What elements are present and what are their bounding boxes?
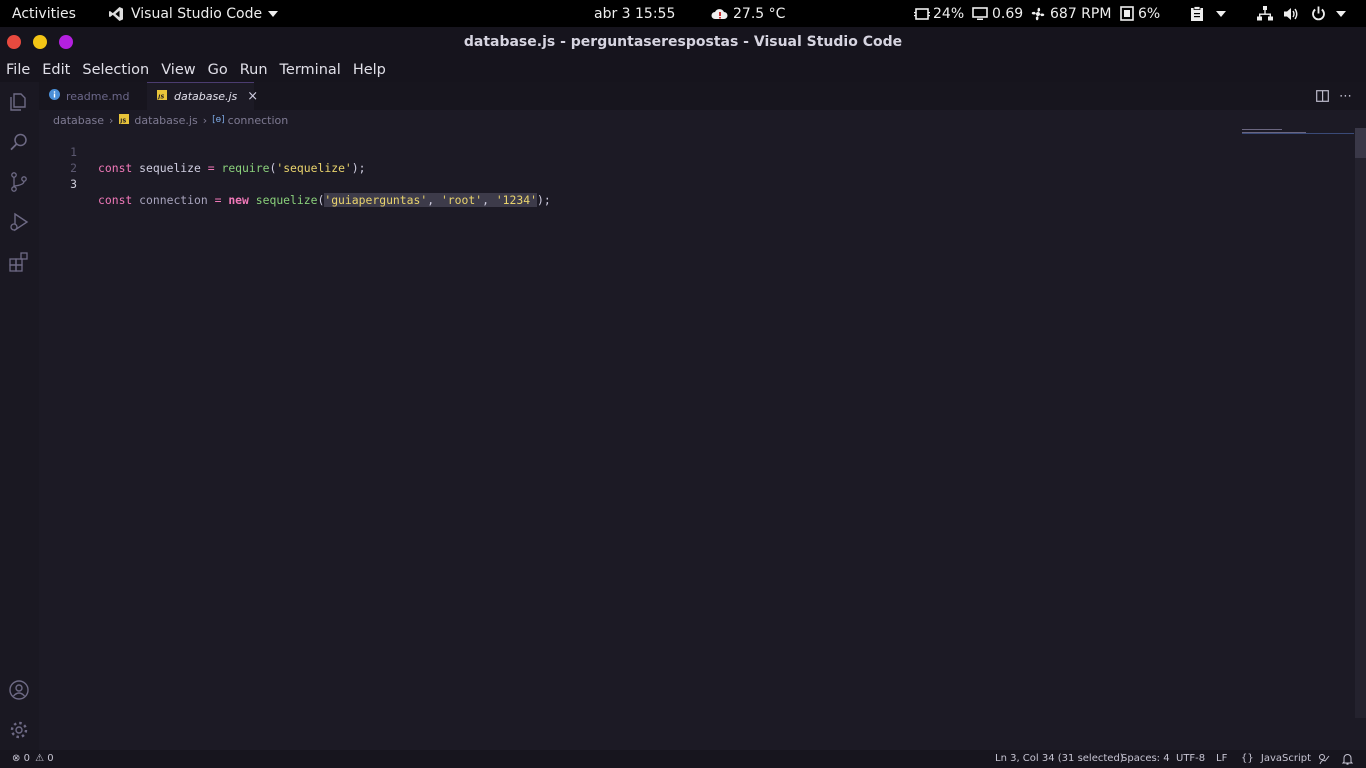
- warning-count: 0: [47, 753, 54, 764]
- vscode-icon: [108, 6, 124, 22]
- search-icon[interactable]: [8, 131, 30, 153]
- activities-button[interactable]: Activities: [12, 0, 76, 27]
- more-actions-icon[interactable]: ⋯: [1339, 82, 1359, 110]
- cloud-alert-icon: [711, 7, 728, 21]
- tab-label: database.js: [174, 90, 238, 103]
- menu-file[interactable]: File: [6, 62, 30, 78]
- load-text: 0.69: [992, 5, 1024, 22]
- cpu-indicator[interactable]: 24%: [914, 0, 964, 27]
- split-editor-icon[interactable]: [1316, 82, 1336, 110]
- fan-text: 687 RPM: [1050, 5, 1112, 22]
- scrollbar-thumb[interactable]: [1355, 128, 1366, 158]
- network-icon: [1257, 6, 1273, 21]
- clipboard-icon: [1190, 5, 1204, 22]
- chevron-down-icon: [268, 10, 279, 17]
- breadcrumb-folder[interactable]: database: [53, 114, 104, 127]
- feedback-icon[interactable]: [1318, 750, 1330, 768]
- svg-text:JS: JS: [157, 95, 164, 101]
- memory-text: 6%: [1138, 5, 1161, 22]
- chevron-down-icon: [1216, 10, 1226, 17]
- code-text: const connection = new sequelize('guiape…: [98, 193, 551, 207]
- power-icon: [1311, 6, 1326, 21]
- clipboard-menu[interactable]: [1190, 0, 1226, 27]
- run-debug-icon[interactable]: [8, 211, 30, 233]
- fan-icon: [1030, 6, 1046, 22]
- tab-readme[interactable]: readme.md: [39, 82, 147, 110]
- cpu-text: 24%: [933, 5, 965, 22]
- info-icon: [49, 89, 60, 103]
- variable-icon: [ɵ]: [212, 115, 225, 125]
- code-editor[interactable]: 1 const sequelize = require('sequelize')…: [39, 128, 1355, 750]
- load-indicator[interactable]: 0.69: [972, 0, 1023, 27]
- menu-help[interactable]: Help: [353, 62, 386, 78]
- code-line: 1 const sequelize = require('sequelize')…: [39, 128, 365, 175]
- chevron-right-icon: ›: [202, 113, 208, 127]
- menu-bar: File Edit Selection View Go Run Terminal…: [0, 57, 1366, 82]
- chevron-down-icon: [1336, 10, 1346, 17]
- line-number: 3: [70, 177, 77, 191]
- encoding[interactable]: UTF-8: [1176, 750, 1205, 768]
- language-label: JavaScript: [1260, 753, 1312, 764]
- explorer-icon[interactable]: [8, 91, 30, 113]
- menu-run[interactable]: Run: [240, 62, 268, 78]
- monitor-icon: [972, 6, 988, 21]
- code-line: 2: [39, 144, 77, 175]
- indentation[interactable]: Spaces: 4: [1121, 750, 1170, 768]
- vertical-scrollbar[interactable]: [1355, 128, 1366, 718]
- cpu-icon: [914, 7, 930, 21]
- menu-go[interactable]: Go: [208, 62, 228, 78]
- app-menu[interactable]: Visual Studio Code: [108, 0, 279, 27]
- fan-indicator[interactable]: 687 RPM: [1030, 0, 1111, 27]
- minimap[interactable]: [1240, 128, 1354, 138]
- accounts-icon[interactable]: [8, 679, 30, 701]
- editor-tab-bar: readme.md JS database.js × ⋯: [39, 82, 1366, 110]
- source-control-icon[interactable]: [8, 171, 30, 193]
- tab-database-js[interactable]: JS database.js ×: [147, 82, 258, 110]
- svg-text:JS: JS: [120, 118, 127, 124]
- text-selection: 'guiaperguntas', 'root', '1234': [324, 193, 537, 207]
- cursor-position[interactable]: Ln 3, Col 34 (31 selected): [995, 750, 1124, 768]
- error-count: 0: [23, 753, 30, 764]
- extensions-icon[interactable]: [8, 251, 30, 273]
- weather-indicator[interactable]: 27.5 °C: [711, 0, 785, 27]
- end-of-line[interactable]: LF: [1216, 750, 1227, 768]
- language-mode[interactable]: {} JavaScript: [1241, 750, 1311, 768]
- code-line: 3 const connection = new sequelize('guia…: [39, 160, 551, 207]
- volume-icon: [1283, 7, 1299, 21]
- breadcrumb: database › JS database.js › [ɵ] connecti…: [53, 112, 288, 128]
- tab-label: readme.md: [66, 89, 130, 103]
- gear-icon[interactable]: [8, 719, 30, 741]
- code-text: const sequelize = require('sequelize');: [98, 161, 366, 175]
- activity-bar: [0, 82, 39, 750]
- error-icon: ⊗: [12, 753, 21, 764]
- warning-icon: ⚠: [35, 753, 45, 764]
- breadcrumb-symbol[interactable]: connection: [228, 114, 289, 127]
- js-file-icon: JS: [119, 113, 130, 127]
- js-file-icon: JS: [157, 90, 167, 103]
- memory-icon: [1120, 6, 1134, 21]
- system-menu[interactable]: [1257, 0, 1346, 27]
- window-title: database.js - perguntaserespostas - Visu…: [463, 34, 903, 50]
- status-bar: ⊗ 0 ⚠ 0 Ln 3, Col 34 (31 selected) Space…: [0, 750, 1366, 768]
- clock[interactable]: abr 3 15:55: [594, 0, 675, 27]
- activities-label: Activities: [12, 5, 76, 22]
- app-name: Visual Studio Code: [131, 5, 263, 22]
- close-icon[interactable]: ×: [247, 89, 258, 104]
- breadcrumb-file[interactable]: database.js: [134, 114, 197, 127]
- problems-indicator[interactable]: ⊗ 0 ⚠ 0: [12, 750, 54, 768]
- menu-terminal[interactable]: Terminal: [280, 62, 341, 78]
- menu-edit[interactable]: Edit: [42, 62, 70, 78]
- weather-text: 27.5 °C: [733, 5, 786, 22]
- system-top-bar: Activities Visual Studio Code abr 3 15:5…: [0, 0, 1366, 27]
- braces-icon: {}: [1241, 753, 1254, 764]
- menu-selection[interactable]: Selection: [82, 62, 149, 78]
- chevron-right-icon: ›: [109, 113, 114, 127]
- bell-icon[interactable]: [1341, 750, 1354, 768]
- clock-text: abr 3 15:55: [594, 5, 676, 22]
- menu-view[interactable]: View: [161, 62, 195, 78]
- memory-indicator[interactable]: 6%: [1120, 0, 1160, 27]
